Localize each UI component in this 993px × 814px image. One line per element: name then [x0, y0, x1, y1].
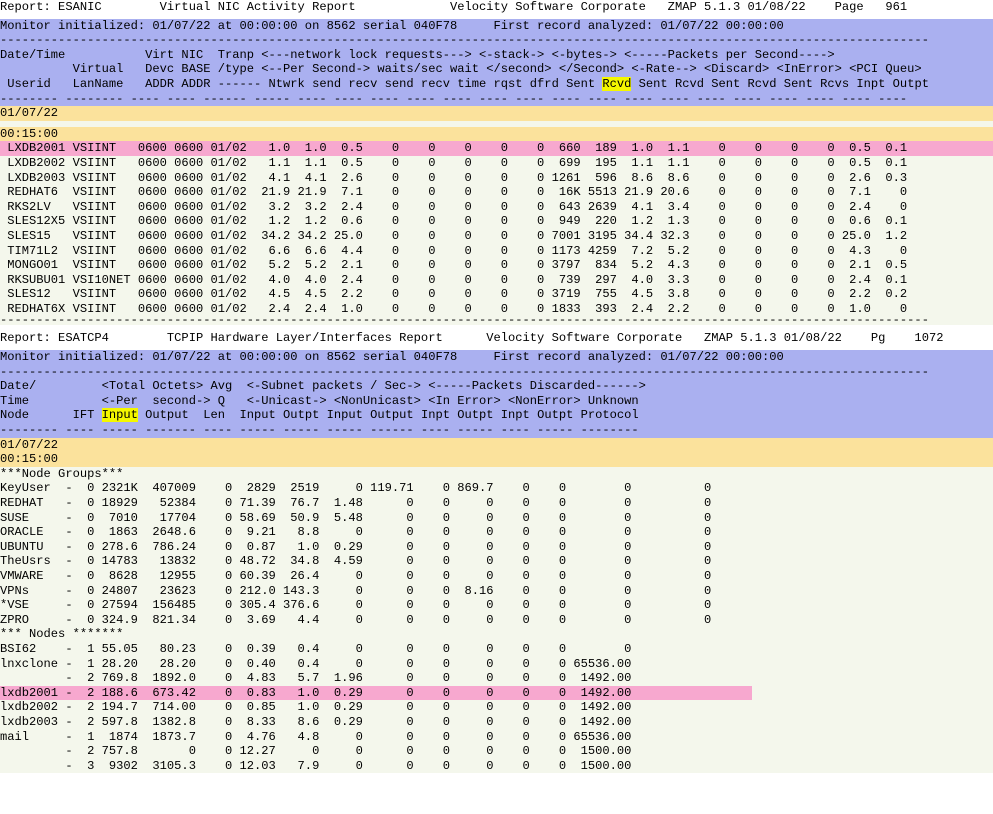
table-row[interactable]: TIM71L2 VSIINT 0600 0600 01/02 6.6 6.6 4…: [0, 244, 993, 259]
dash-line: ----------------------------------------…: [0, 316, 929, 326]
table-row[interactable]: *VSE - 0 27594 156485 0 305.4 376.6 0 0 …: [0, 598, 993, 613]
dash-line: ----------------------------------------…: [0, 33, 929, 48]
dash-line: ----------------------------------------…: [0, 364, 929, 379]
esanic-report: Report: ESANIC Virtual NIC Activity Repo…: [0, 0, 993, 326]
header-text: Userid LanName ADDR ADDR ------ Ntwrk se…: [0, 76, 603, 91]
esatcp4-report: Report: ESATCP4 TCPIP Hardware Layer/Int…: [0, 331, 993, 774]
table-row[interactable]: REDHAT6X VSIINT 0600 0600 01/02 2.4 2.4 …: [0, 302, 993, 317]
report-header-block: Monitor initialized: 01/07/22 at 00:00:0…: [0, 350, 993, 438]
table-row[interactable]: BSI62 - 1 55.05 80.23 0 0.39 0.4 0 0 0 0…: [0, 642, 993, 657]
table-row[interactable]: LXDB2003 VSIINT 0600 0600 01/02 4.1 4.1 …: [0, 171, 993, 186]
table-row[interactable]: - 3 9302 3105.3 0 12.03 7.9 0 0 0 0 0 0 …: [0, 759, 993, 774]
table-row[interactable]: SLES15 VSIINT 0600 0600 01/02 34.2 34.2 …: [0, 229, 993, 244]
header-text: Output Len Input Outpt Input Output Inpt…: [137, 408, 639, 423]
report-header-block: Monitor initialized: 01/07/22 at 00:00:0…: [0, 18, 993, 107]
tcp-rows: ***Node Groups*** KeyUser - 0 2321K 4070…: [0, 466, 993, 774]
table-row[interactable]: MONGO01 VSIINT 0600 0600 01/02 5.2 5.2 2…: [0, 258, 993, 273]
section-label-node-groups: ***Node Groups***: [0, 466, 124, 481]
column-header-2: Virtual Devc BASE /type <--Per Second-> …: [0, 62, 922, 77]
table-row[interactable]: REDHAT - 0 18929 52384 0 71.39 76.7 1.48…: [0, 496, 993, 511]
date-band: 01/07/22: [0, 106, 993, 121]
table-row[interactable]: KeyUser - 0 2321K 407009 0 2829 2519 0 1…: [0, 481, 993, 496]
table-row[interactable]: - 2 757.8 0 0 12.27 0 0 0 0 0 0 0 1500.0…: [0, 744, 993, 759]
table-row[interactable]: mail - 1 1874 1873.7 0 4.76 4.8 0 0 0 0 …: [0, 730, 993, 745]
table-row-selected[interactable]: lxdb2001 - 2 188.6 673.42 0 0.83 1.0 0.2…: [0, 685, 752, 701]
report-title-line: Report: ESATCP4 TCPIP Hardware Layer/Int…: [0, 331, 993, 347]
time-band: 00:15:00: [0, 452, 993, 467]
rcvd-column-header[interactable]: Rcvd: [602, 76, 632, 91]
table-row[interactable]: lxdb2003 - 2 597.8 1382.8 0 8.33 8.6 0.2…: [0, 715, 993, 730]
column-header-2: Time <-Per second-> Q <-Unicast-> <NonUn…: [0, 393, 639, 408]
table-row[interactable]: ORACLE - 0 1863 2648.6 0 9.21 8.8 0 0 0 …: [0, 525, 993, 540]
report-title-line: Report: ESANIC Virtual NIC Activity Repo…: [0, 0, 993, 15]
column-header-3: Node IFT Input Output Len Input Outpt In…: [0, 408, 993, 423]
table-row[interactable]: TheUsrs - 0 14783 13832 0 48.72 34.8 4.5…: [0, 554, 993, 569]
table-row[interactable]: VPNs - 0 24807 23623 0 212.0 143.3 0 0 0…: [0, 584, 993, 599]
column-header-underline: -------- -------- ---- ---- ------ -----…: [0, 91, 908, 106]
column-header-3: Userid LanName ADDR ADDR ------ Ntwrk se…: [0, 76, 993, 92]
table-row[interactable]: ZPRO - 0 324.9 821.34 0 3.69 4.4 0 0 0 0…: [0, 613, 993, 628]
input-column-header[interactable]: Input: [101, 408, 138, 423]
table-row[interactable]: VMWARE - 0 8628 12955 0 60.39 26.4 0 0 0…: [0, 569, 993, 584]
table-row[interactable]: SLES12X5 VSIINT 0600 0600 01/02 1.2 1.2 …: [0, 214, 993, 229]
table-row[interactable]: lnxclone - 1 28.20 28.20 0 0.40 0.4 0 0 …: [0, 657, 993, 672]
table-row[interactable]: - 2 769.8 1892.0 0 4.83 5.7 1.96 0 0 0 0…: [0, 671, 993, 686]
column-header-underline: -------- ---- ----- ------- ---- ----- -…: [0, 423, 639, 438]
table-row[interactable]: LXDB2002 VSIINT 0600 0600 01/02 1.1 1.1 …: [0, 156, 993, 171]
date-band: 01/07/22: [0, 437, 993, 453]
table-row[interactable]: RKSUBU01 VSI10NET 0600 0600 01/02 4.0 4.…: [0, 273, 993, 288]
table-row[interactable]: UBUNTU - 0 278.6 786.24 0 0.87 1.0 0.29 …: [0, 540, 993, 555]
nic-rows: LXDB2001 VSIINT 0600 0600 01/02 1.0 1.0 …: [0, 141, 993, 326]
table-row[interactable]: lxdb2002 - 2 194.7 714.00 0 0.85 1.0 0.2…: [0, 700, 993, 715]
monitor-line: Monitor initialized: 01/07/22 at 00:00:0…: [0, 18, 784, 33]
table-row[interactable]: SLES12 VSIINT 0600 0600 01/02 4.5 4.5 2.…: [0, 287, 993, 302]
column-header-1: Date/Time Virt NIC Tranp <---network loc…: [0, 47, 835, 62]
time-band: 00:15:00: [0, 126, 993, 142]
table-row[interactable]: REDHAT6 VSIINT 0600 0600 01/02 21.9 21.9…: [0, 185, 993, 200]
table-row[interactable]: SUSE - 0 7010 17704 0 58.69 50.9 5.48 0 …: [0, 511, 993, 526]
column-header-1: Date/ <Total Octets> Avg <-Subnet packet…: [0, 379, 646, 394]
table-row[interactable]: RKS2LV VSIINT 0600 0600 01/02 3.2 3.2 2.…: [0, 200, 993, 215]
monitor-line: Monitor initialized: 01/07/22 at 00:00:0…: [0, 350, 784, 365]
header-text: Sent Rcvd Sent Rcvd Sent Rcvs Inpt Outpt: [631, 76, 929, 91]
header-text: Node IFT: [0, 408, 102, 423]
table-row-selected[interactable]: LXDB2001 VSIINT 0600 0600 01/02 1.0 1.0 …: [0, 141, 993, 156]
section-label-nodes: *** Nodes *******: [0, 627, 124, 642]
